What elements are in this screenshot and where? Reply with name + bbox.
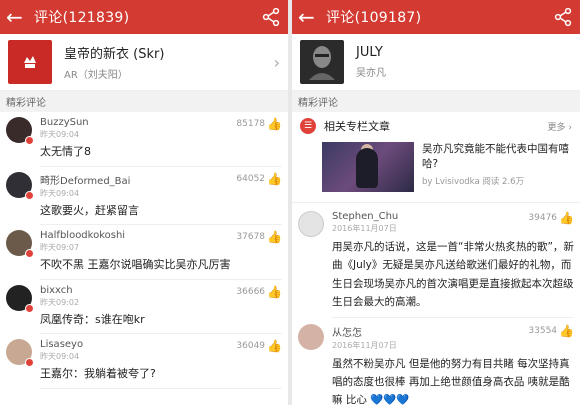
article-thumbnail [322, 142, 414, 192]
like-button[interactable]: 64052 👍 [236, 172, 282, 186]
page-title: 评论(109187) [326, 10, 422, 26]
username[interactable]: 畸形Deformed_Bai [40, 172, 236, 187]
vip-badge-icon [25, 249, 34, 258]
song-name: JULY [356, 45, 383, 60]
back-arrow-icon[interactable]: ← [6, 7, 34, 27]
like-button[interactable]: 33554 👍 [528, 324, 574, 338]
comment-time: 昨天09:04 [40, 130, 80, 139]
like-button[interactable]: 36049 👍 [236, 339, 282, 353]
avatar[interactable] [6, 284, 34, 313]
username[interactable]: Lisaseyo [40, 339, 236, 350]
comment-item: Lisaseyo 昨天09:04 36049 👍 王嘉尔：我躺着被夸了? [0, 334, 288, 389]
song-artist: 吴亦凡 [356, 68, 386, 79]
section-header: 精彩评论 [0, 91, 288, 112]
thumbs-up-icon: 👍 [559, 211, 574, 225]
like-button[interactable]: 39476 👍 [528, 211, 574, 225]
like-button[interactable]: 85178 👍 [236, 117, 282, 131]
article-icon: ☰ [300, 118, 316, 134]
avatar[interactable] [298, 323, 324, 350]
comment-time: 昨天09:02 [40, 297, 80, 307]
like-count: 33554 [528, 325, 558, 336]
comment-text: 这歌要火，赶紧留言 [40, 203, 139, 217]
vip-badge-icon [25, 358, 34, 367]
song-card[interactable]: 皇帝的新衣 (Skr) AR（刘夫阳） › [0, 34, 288, 91]
comment-time: 2016年11月07日 [332, 224, 397, 233]
like-count: 36049 [236, 341, 266, 351]
like-button[interactable]: 36666 👍 [236, 285, 282, 299]
username[interactable]: Halfbloodkokoshi [40, 230, 236, 241]
related-label: 相关专栏文章 [324, 120, 390, 133]
vip-badge-icon [25, 136, 34, 145]
article-card[interactable]: 吴亦凡究竟能不能代表中国有嘻哈? by Lvisivodka 阅读 2.6万 [292, 140, 580, 202]
chevron-right-icon: › [273, 52, 280, 72]
vip-badge-icon [25, 190, 34, 200]
comment-time: 2016年11月07日 [332, 340, 397, 350]
article-meta: by Lvisivodka 阅读 2.6万 [422, 177, 525, 188]
comment-item: 从怎怎 2016年11月07日 33554 👍 虽然不粉吴亦凡 但是他的努力有目共… [292, 318, 580, 405]
thumbs-up-icon: 👍 [267, 284, 282, 299]
thumbs-up-icon: 👍 [559, 323, 574, 338]
thumbs-up-icon: 👍 [267, 339, 282, 353]
username[interactable]: 从怎怎 [332, 324, 528, 339]
song-name: 皇帝的新衣 (Skr) [64, 47, 165, 62]
related-articles: ☰ 相关专栏文章 更多 › 吴亦凡究竟能不能代表中国有嘻哈? by Lvisiv… [292, 112, 580, 203]
like-button[interactable]: 37678 👍 [236, 230, 282, 244]
section-header: 精彩评论 [292, 91, 580, 112]
avatar[interactable] [6, 171, 34, 200]
thumbs-up-icon: 👍 [267, 230, 282, 244]
comment-text: 不吹不黑 王嘉尔说唱确实比吴亦凡厉害 [40, 258, 231, 271]
page-title: 评论(121839) [34, 10, 130, 26]
comment-item: 畸形Deformed_Bai 昨天09:04 64052 👍 这歌要火，赶紧留言 [0, 167, 288, 225]
comment-item: Halfbloodkokoshi 昨天09:07 37678 👍 不吹不黑 王嘉尔… [0, 225, 288, 280]
more-link[interactable]: 更多 › [548, 120, 572, 133]
username[interactable]: Stephen_Chu [332, 211, 528, 222]
album-art-icon [24, 56, 36, 68]
song-card[interactable]: JULY 吴亦凡 [292, 34, 580, 91]
comment-text: 太无情了8 [40, 145, 91, 158]
like-count: 39476 [528, 213, 558, 223]
comment-time: 昨天09:07 [40, 243, 80, 252]
avatar[interactable] [6, 230, 34, 258]
song-artist: AR（刘夫阳） [64, 70, 128, 81]
comment-item: BuzzySun 昨天09:04 85178 👍 太无情了8 [0, 112, 288, 167]
comment-text: 用吴亦凡的话说，这是一首“非常火热炙热的歌”，新曲《July》无疑是吴亦凡送给歌… [332, 241, 574, 309]
comment-item: Stephen_Chu 2016年11月07日 39476 👍 用吴亦凡的话说，这… [292, 203, 580, 318]
like-count: 64052 [236, 173, 266, 184]
thumbs-up-icon: 👍 [267, 117, 282, 131]
back-arrow-icon[interactable]: ← [298, 7, 326, 27]
comment-time: 昨天09:04 [40, 188, 80, 198]
comment-item: bixxch 昨天09:02 36666 👍 凤凰传奇：s谁在咆kr [0, 280, 288, 334]
like-count: 36666 [236, 286, 266, 297]
left-panel: ← 评论(121839) 皇帝的新衣 (Skr) AR（刘夫阳） › 精彩评论 … [0, 0, 288, 405]
share-icon[interactable] [260, 7, 282, 27]
share-icon[interactable] [552, 7, 574, 27]
comment-text: 凤凰传奇：s谁在咆kr [40, 312, 145, 326]
right-panel: ← 评论(109187) JULY 吴亦凡 精彩评论 ☰ 相关专栏文章 更多 ›… [292, 0, 580, 405]
portrait-icon [309, 46, 335, 80]
avatar[interactable] [6, 117, 34, 145]
vip-badge-icon [25, 303, 34, 313]
comment-time: 昨天09:04 [40, 352, 80, 361]
article-title: 吴亦凡究竟能不能代表中国有嘻哈? [422, 143, 569, 171]
like-count: 37678 [236, 232, 266, 242]
header-bar: ← 评论(121839) [0, 0, 288, 34]
username[interactable]: BuzzySun [40, 117, 236, 128]
avatar[interactable] [298, 211, 324, 237]
header-bar: ← 评论(109187) [292, 0, 580, 34]
username[interactable]: bixxch [40, 285, 236, 296]
comment-text: 虽然不粉吴亦凡 但是他的努力有目共睹 每次坚持真唱的态度也很棒 再加上绝世颜值身… [332, 357, 570, 405]
avatar[interactable] [6, 339, 34, 367]
album-cover [8, 40, 52, 84]
thumbs-up-icon: 👍 [267, 171, 282, 186]
like-count: 85178 [236, 119, 266, 129]
album-cover [300, 40, 344, 84]
comment-text: 王嘉尔：我躺着被夸了? [40, 367, 156, 380]
